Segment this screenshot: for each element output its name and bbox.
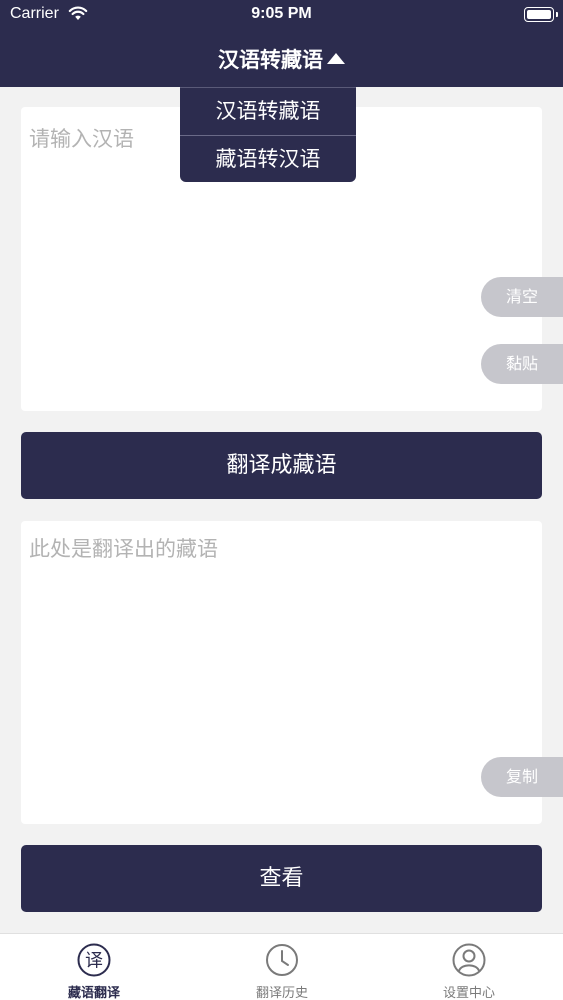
page-title: 汉语转藏语	[218, 48, 323, 72]
clock-icon	[266, 944, 298, 976]
paste-button[interactable]: 黏贴	[481, 344, 563, 384]
dropdown-item-zh-to-bo[interactable]: 汉语转藏语	[180, 88, 356, 135]
tab-settings[interactable]: 设置中心	[375, 934, 563, 1000]
battery-icon	[524, 7, 558, 22]
clear-button[interactable]: 清空	[481, 277, 563, 317]
output-placeholder: 此处是翻译出的藏语	[29, 537, 218, 561]
status-bar: Carrier 9:05 PM	[0, 0, 563, 30]
dropdown-item-bo-to-zh[interactable]: 藏语转汉语	[180, 135, 356, 182]
copy-button[interactable]: 复制	[481, 757, 563, 797]
translation-output[interactable]: 此处是翻译出的藏语	[21, 521, 542, 824]
nav-header: Carrier 9:05 PM 汉语转藏语	[0, 0, 563, 87]
translate-button[interactable]: 翻译成藏语	[21, 432, 542, 499]
language-direction-toggle[interactable]: 汉语转藏语	[0, 44, 563, 74]
source-placeholder: 请输入汉语	[29, 127, 134, 151]
status-time: 9:05 PM	[251, 5, 312, 22]
translate-icon: 译	[77, 943, 111, 977]
svg-text:译: 译	[85, 951, 103, 972]
tab-history-label: 翻译历史	[255, 986, 308, 1000]
view-button[interactable]: 查看	[21, 845, 542, 912]
tab-settings-label: 设置中心	[442, 986, 495, 1000]
tab-translate-label: 藏语翻译	[67, 986, 120, 1000]
tab-bar: 译 藏语翻译 翻译历史 设置中心	[0, 933, 563, 1000]
language-direction-dropdown: 汉语转藏语 藏语转汉语	[180, 87, 356, 182]
caret-up-icon	[327, 53, 345, 64]
user-icon	[452, 943, 486, 977]
tab-history[interactable]: 翻译历史	[188, 934, 376, 1000]
tab-translate[interactable]: 译 藏语翻译	[0, 934, 188, 1000]
